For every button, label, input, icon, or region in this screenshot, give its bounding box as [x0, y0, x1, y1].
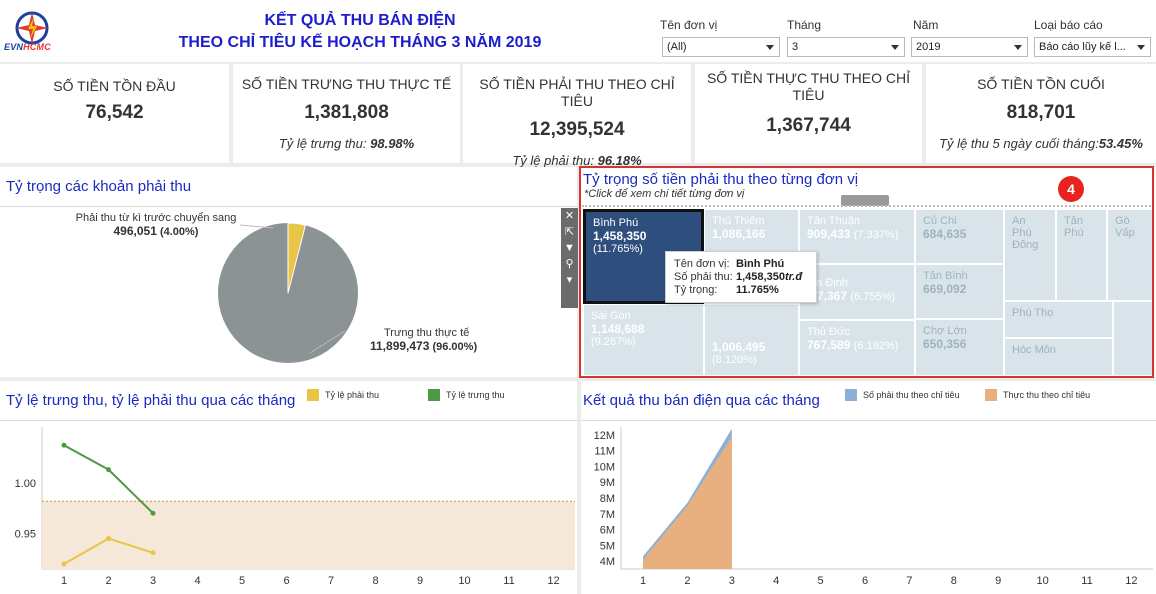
annotation-badge: 4: [1058, 176, 1084, 202]
chevron-down-icon: [891, 45, 899, 50]
x-tick-label: 12: [547, 575, 559, 587]
unit-select[interactable]: (All): [662, 37, 780, 57]
legend-swatch: [307, 388, 319, 401]
data-point: [61, 442, 67, 448]
x-tick-label: 8: [372, 575, 378, 587]
viz-toolbar: ✕ ⇱ ▼ ⚲ ▾: [561, 208, 578, 308]
report-type-select[interactable]: Báo cáo lũy kế l...: [1034, 37, 1151, 57]
y-tick-label: 1.00: [15, 478, 36, 490]
ratio-line-chart[interactable]: 1.000.951 2 3 4 5 6 7 8 9 10 11 12: [0, 421, 577, 594]
y-tick-label: 0.95: [15, 529, 36, 541]
year-select[interactable]: 2019: [911, 37, 1028, 57]
kpi-note: Tỷ lệ thu 5 ngày cuối tháng:53.45%: [939, 136, 1143, 151]
filter-label-report: Loại báo cáo: [1034, 18, 1103, 32]
kpi-title: SỐ TIỀN TỒN CUỐI: [977, 76, 1105, 92]
pin-icon[interactable]: ⚲: [561, 256, 578, 272]
legend-swatch: [428, 388, 440, 401]
x-tick-label: 5: [818, 575, 824, 587]
x-tick-label: 5: [239, 575, 245, 587]
logo-text: EVNHCMC: [4, 42, 51, 52]
kpi-value: 12,395,524: [529, 119, 625, 140]
y-tick-label: 5M: [600, 540, 615, 552]
filter-icon[interactable]: ▼: [561, 240, 578, 256]
reference-band: [42, 501, 575, 569]
kpi-value: 818,701: [1006, 102, 1076, 123]
x-tick-label: 1: [640, 575, 646, 587]
month-select[interactable]: 3: [787, 37, 905, 57]
legend-swatch: [985, 388, 997, 401]
monthly-result-title: Kết quả thu bán điện qua các tháng: [583, 392, 820, 409]
monthly-area-chart[interactable]: 12M11M10M9M8M7M6M5M4M1 2 3 4 5 6 7 8 9 10 11 12: [581, 421, 1156, 594]
x-tick-label: 6: [862, 575, 868, 587]
y-tick-label: 10M: [594, 461, 615, 473]
pie-label-actual: Trưng thu thực tế 11,899,473 (96.00%): [370, 327, 478, 353]
kpi-title: SỐ TIỀN THỰC THU THEO CHỈ TIÊU: [706, 70, 911, 103]
x-tick-label: 11: [1081, 575, 1092, 587]
x-tick-label: 1: [61, 575, 67, 587]
x-tick-label: 10: [1036, 575, 1048, 587]
x-tick-label: 6: [283, 575, 289, 587]
data-point: [106, 467, 111, 473]
data-point: [61, 561, 67, 567]
y-tick-label: 12M: [594, 430, 615, 442]
x-tick-label: 11: [503, 575, 514, 587]
y-tick-label: 7M: [600, 509, 615, 521]
kpi-card-actual-target: SỐ TIỀN THỰC THU THEO CHỈ TIÊU 1,367,744: [695, 64, 922, 163]
x-tick-label: 3: [729, 575, 735, 587]
data-point: [150, 510, 156, 516]
legend-swatch: [845, 388, 857, 401]
kpi-title: SỐ TIỀN TỒN ĐẦU: [53, 78, 176, 94]
chevron-down-icon: [766, 45, 774, 50]
y-tick-label: 4M: [600, 556, 615, 568]
x-tick-label: 7: [328, 575, 334, 587]
x-tick-label: 2: [105, 575, 111, 587]
x-tick-label: 4: [773, 575, 779, 587]
close-icon[interactable]: ✕: [561, 208, 578, 224]
filter-label-month: Tháng: [787, 18, 822, 32]
pie-label-previous: Phải thu từ kì trước chuyển sang 496,051…: [75, 212, 237, 238]
kpi-title: SỐ TIỀN PHẢI THU THEO CHỈ TIÊU: [479, 76, 675, 109]
x-tick-label: 4: [194, 575, 200, 587]
y-tick-label: 6M: [600, 525, 615, 537]
x-tick-label: 12: [1125, 575, 1137, 587]
y-tick-label: 8M: [600, 493, 615, 505]
more-options-icon[interactable]: ▾: [561, 272, 578, 288]
x-tick-label: 2: [684, 575, 690, 587]
y-tick-label: 9M: [600, 477, 615, 489]
data-point: [150, 550, 156, 556]
filter-label-unit: Tên đơn vị: [660, 18, 718, 32]
ratio-panel-title: Tỷ lệ trưng thu, tỷ lệ phải thu qua các …: [6, 392, 296, 409]
y-tick-label: 11M: [594, 446, 615, 458]
x-tick-label: 7: [906, 575, 912, 587]
legend-item: Thực thu theo chỉ tiêu: [985, 386, 1090, 404]
pie-panel-title: Tỷ trọng các khoản phải thu: [6, 178, 192, 195]
kpi-title: SỐ TIỀN TRƯNG THU THỰC TẾ: [241, 76, 452, 92]
legend-item: Tỷ lệ trưng thu: [428, 386, 505, 404]
data-point: [106, 536, 111, 542]
kpi-value: 1,381,808: [304, 102, 389, 123]
chevron-down-icon: [1014, 45, 1022, 50]
x-tick-label: 9: [417, 575, 423, 587]
x-tick-label: 8: [951, 575, 957, 587]
divider: [0, 206, 577, 207]
open-external-icon[interactable]: ⇱: [561, 224, 578, 240]
filter-label-year: Năm: [913, 18, 939, 32]
kpi-card-closing-balance: SỐ TIỀN TỒN CUỐI 818,701 Tỷ lệ thu 5 ngà…: [926, 64, 1156, 163]
legend-item: Tỷ lệ phải thu: [307, 386, 379, 404]
kpi-value: 76,542: [85, 102, 144, 123]
chevron-down-icon: [1137, 45, 1145, 50]
kpi-note: Tỷ lệ trưng thu: 98.98%: [278, 136, 415, 151]
x-tick-label: 9: [995, 575, 1001, 587]
kpi-card-receivable-target: SỐ TIỀN PHẢI THU THEO CHỈ TIÊU 12,395,52…: [463, 64, 691, 168]
x-tick-label: 10: [458, 575, 470, 587]
page-title: KẾT QUẢ THU BÁN ĐIỆN THEO CHỈ TIÊU KẾ HO…: [178, 12, 542, 51]
kpi-card-opening-balance: SỐ TIỀN TỒN ĐẦU 76,542: [0, 64, 229, 163]
pie-leader-lines: [239, 224, 346, 354]
x-tick-label: 3: [150, 575, 156, 587]
kpi-value: 1,367,744: [766, 115, 851, 136]
kpi-card-actual-collection: SỐ TIỀN TRƯNG THU THỰC TẾ 1,381,808 Tỷ l…: [233, 64, 460, 163]
legend-item: Số phải thu theo chỉ tiêu: [845, 386, 960, 404]
